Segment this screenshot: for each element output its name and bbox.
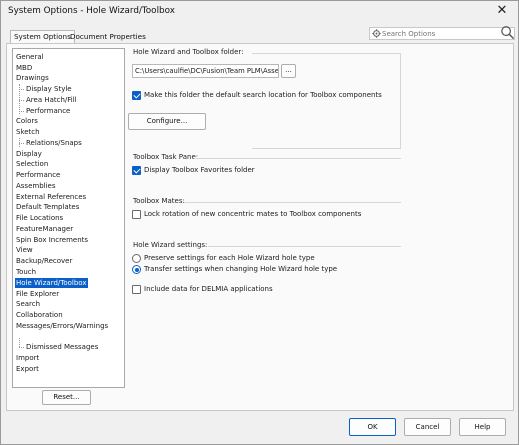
transfer-settings-radio[interactable] [132, 265, 141, 274]
tree-item-sketch[interactable]: Sketch [15, 127, 41, 137]
tree-item-spin-box-increments[interactable]: Spin Box Increments [15, 235, 89, 245]
tree-connector [19, 111, 24, 112]
default-location-label: Make this folder the default search loca… [144, 91, 382, 99]
close-icon[interactable]: ✕ [495, 4, 509, 18]
mates-group-title: Toolbox Mates: [133, 197, 185, 205]
system-options-dialog: System Options - Hole Wizard/Toolbox ✕ S… [0, 0, 519, 445]
tree-item-hole-wizard-toolbox[interactable]: Hole Wizard/Toolbox [15, 278, 88, 288]
tree-item-display[interactable]: Display [15, 149, 43, 159]
tree-item-file-locations[interactable]: File Locations [15, 213, 64, 223]
window-title: System Options - Hole Wizard/Toolbox [8, 6, 175, 16]
tree-item-touch[interactable]: Touch [15, 267, 37, 277]
tree-item-drawings-performance[interactable]: Performance [25, 106, 71, 116]
tree-item-backup-recover[interactable]: Backup/Recover [15, 256, 73, 266]
tree-item-file-explorer[interactable]: File Explorer [15, 289, 60, 299]
hole-wizard-group-title: Hole Wizard settings: [133, 241, 208, 249]
options-tree[interactable]: General MBD Drawings Display Style Area … [12, 48, 125, 388]
default-location-checkbox[interactable] [132, 91, 141, 100]
tree-item-drawings[interactable]: Drawings [15, 73, 50, 83]
tree-item-display-style[interactable]: Display Style [25, 84, 73, 94]
preserve-settings-radio[interactable] [132, 254, 141, 263]
tree-item-general[interactable]: General [15, 52, 45, 62]
favorites-label: Display Toolbox Favorites folder [144, 166, 255, 174]
tree-item-external-references[interactable]: External References [15, 192, 87, 202]
tree-item-messages-errors-warnings[interactable]: Messages/Errors/Warnings [15, 321, 109, 331]
browse-button[interactable]: ... [281, 64, 296, 78]
task-pane-group-title: Toolbox Task Pane: [133, 153, 199, 161]
group-frame [194, 158, 401, 159]
folder-group-title: Hole Wizard and Toolbox folder: [133, 48, 244, 56]
folder-path-field[interactable]: C:\Users\caulfie\DC\Fusion\Team PLM\Asse… [132, 64, 279, 78]
tree-item-view[interactable]: View [15, 245, 34, 255]
favorites-checkbox[interactable] [132, 166, 141, 175]
group-frame [184, 202, 401, 203]
tree-connector [19, 100, 24, 101]
delmia-label: Include data for DELMIA applications [144, 285, 273, 293]
group-frame [208, 246, 401, 247]
tree-item-import[interactable]: Import [15, 353, 40, 363]
title-bar: System Options - Hole Wizard/Toolbox ✕ [1, 1, 518, 24]
reset-button[interactable]: Reset... [42, 390, 91, 405]
gear-icon [372, 29, 381, 38]
tree-item-assemblies[interactable]: Assemblies [15, 181, 57, 191]
tree-connector [19, 338, 20, 347]
preserve-settings-label: Preserve settings for each Hole Wizard h… [144, 254, 315, 262]
tree-item-default-templates[interactable]: Default Templates [15, 202, 80, 212]
options-panel: General MBD Drawings Display Style Area … [6, 43, 514, 411]
tree-item-dismissed-messages[interactable]: Dismissed Messages [25, 342, 99, 352]
tree-connector [19, 143, 24, 144]
ok-button[interactable]: OK [349, 418, 396, 436]
lock-rotation-checkbox[interactable] [132, 210, 141, 219]
search-options-box[interactable] [369, 25, 515, 40]
tree-connector [19, 347, 24, 348]
search-input[interactable] [382, 28, 500, 39]
tree-item-mbd[interactable]: MBD [15, 63, 33, 73]
lock-rotation-label: Lock rotation of new concentric mates to… [144, 210, 362, 218]
tree-item-performance[interactable]: Performance [15, 170, 61, 180]
delmia-checkbox[interactable] [132, 285, 141, 294]
tree-item-selection[interactable]: Selection [15, 159, 49, 169]
tree-item-colors[interactable]: Colors [15, 116, 39, 126]
transfer-settings-label: Transfer settings when changing Hole Wiz… [144, 265, 338, 273]
tree-item-relations-snaps[interactable]: Relations/Snaps [25, 138, 83, 148]
configure-button[interactable]: Configure... [128, 113, 206, 130]
cancel-button[interactable]: Cancel [404, 418, 451, 436]
tree-item-search[interactable]: Search [15, 299, 41, 309]
tree-item-collaboration[interactable]: Collaboration [15, 310, 64, 320]
tree-item-area-hatch-fill[interactable]: Area Hatch/Fill [25, 95, 78, 105]
help-button[interactable]: Help [459, 418, 506, 436]
tree-item-featuremanager[interactable]: FeatureManager [15, 224, 74, 234]
tree-item-export[interactable]: Export [15, 364, 40, 374]
tab-system-options[interactable]: System Options [10, 30, 75, 44]
search-icon[interactable] [500, 25, 515, 40]
tree-connector [19, 89, 24, 90]
